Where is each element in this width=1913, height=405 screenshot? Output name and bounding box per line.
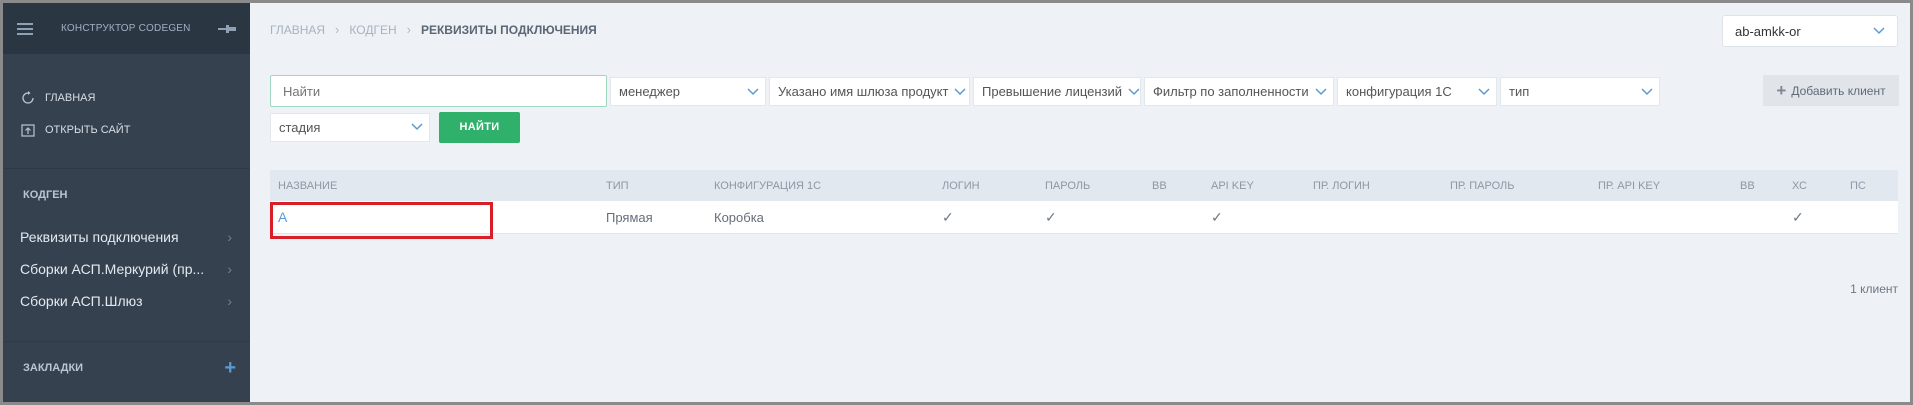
select-label: менеджер bbox=[619, 84, 681, 99]
refresh-icon bbox=[22, 91, 34, 104]
gateway-name-select[interactable]: Указано имя шлюза продукт bbox=[769, 77, 970, 106]
cell-config: Коробка bbox=[714, 209, 764, 225]
chevron-down-icon bbox=[954, 87, 966, 95]
config-select[interactable]: конфигурация 1С bbox=[1337, 77, 1497, 106]
table-header: НАЗВАНИЕ ТИП КОНФИГУРАЦИЯ 1С ЛОГИН ПАРОЛ… bbox=[270, 170, 1898, 201]
table-row[interactable]: А Прямая Коробка ✓ ✓ ✓ ✓ bbox=[270, 201, 1898, 234]
add-client-label: Добавить клиент bbox=[1791, 83, 1886, 98]
breadcrumb-current: РЕКВИЗИТЫ ПОДКЛЮЧЕНИЯ bbox=[420, 22, 597, 37]
topbar: ГЛАВНАЯ › КОДГЕН › РЕКВИЗИТЫ ПОДКЛЮЧЕНИЯ… bbox=[250, 3, 1910, 54]
column-header[interactable]: ПАРОЛЬ bbox=[1045, 170, 1090, 201]
select-label: тип bbox=[1509, 84, 1530, 99]
sidebar-link-home[interactable]: ГЛАВНАЯ bbox=[3, 82, 250, 114]
sidebar-section-title: КОДГЕН bbox=[23, 189, 68, 201]
column-header[interactable]: ВВ bbox=[1152, 170, 1167, 201]
plus-icon: + bbox=[1776, 80, 1787, 100]
column-header[interactable]: ТИП bbox=[606, 170, 629, 201]
menu-icon[interactable] bbox=[17, 22, 33, 35]
sidebar-link-label: ГЛАВНАЯ bbox=[45, 92, 96, 104]
chevron-down-icon bbox=[411, 123, 423, 131]
chevron-right-icon: › bbox=[335, 22, 340, 37]
chevron-down-icon bbox=[1873, 27, 1885, 35]
bookmarks-title: ЗАКЛАДКИ bbox=[23, 362, 84, 374]
select-label: Фильтр по заполненности bbox=[1153, 84, 1309, 99]
chevron-down-icon bbox=[1128, 87, 1140, 95]
sidebar-item-label: Сборки АСП.Шлюз bbox=[20, 293, 143, 309]
sidebar-link-open-site[interactable]: ОТКРЫТЬ САЙТ bbox=[3, 114, 250, 146]
column-header[interactable]: ПР. ЛОГИН bbox=[1313, 170, 1370, 201]
check-icon: ✓ bbox=[1792, 208, 1804, 225]
filters: менеджер Указано имя шлюза продукт Превы… bbox=[270, 75, 1910, 143]
column-header[interactable]: ПС bbox=[1850, 170, 1866, 201]
sidebar-item-label: Реквизиты подключения bbox=[20, 229, 179, 245]
select-label: Превышение лицензий bbox=[982, 84, 1123, 99]
chevron-right-icon: › bbox=[406, 22, 411, 37]
sidebar-header: КОНСТРУКТОР CODEGEN bbox=[3, 3, 250, 54]
chevron-down-icon bbox=[1315, 87, 1327, 95]
sidebar-menu: ГЛАВНАЯ ОТКРЫТЬ САЙТ bbox=[3, 54, 250, 146]
manager-select[interactable]: менеджер bbox=[610, 77, 766, 106]
check-icon: ✓ bbox=[1045, 208, 1057, 225]
chevron-right-icon: › bbox=[227, 261, 232, 277]
license-excess-select[interactable]: Превышение лицензий bbox=[973, 77, 1141, 106]
sidebar-item-gateway-builds[interactable]: Сборки АСП.Шлюз › bbox=[3, 285, 250, 317]
brand-title: КОНСТРУКТОР CODEGEN bbox=[61, 23, 191, 34]
fill-filter-select[interactable]: Фильтр по заполненности bbox=[1144, 77, 1334, 106]
add-client-button[interactable]: + Добавить клиент bbox=[1763, 75, 1899, 106]
sidebar-link-label: ОТКРЫТЬ САЙТ bbox=[45, 124, 131, 136]
column-header[interactable]: ПР. ПАРОЛЬ bbox=[1450, 170, 1515, 201]
client-count: 1 клиент bbox=[1850, 282, 1898, 296]
org-select-value: ab-amkk-or bbox=[1735, 23, 1801, 39]
main-content: ГЛАВНАЯ › КОДГЕН › РЕКВИЗИТЫ ПОДКЛЮЧЕНИЯ… bbox=[250, 3, 1910, 402]
sidebar-item-mercury-builds[interactable]: Сборки АСП.Меркурий (пр... › bbox=[3, 253, 250, 285]
check-icon: ✓ bbox=[942, 208, 954, 225]
bookmarks-section: ЗАКЛАДКИ + bbox=[3, 342, 250, 394]
add-bookmark-icon[interactable]: + bbox=[224, 357, 236, 380]
org-select[interactable]: ab-amkk-or bbox=[1722, 15, 1898, 47]
chevron-down-icon bbox=[747, 87, 759, 95]
column-header[interactable]: КОНФИГУРАЦИЯ 1С bbox=[714, 170, 821, 201]
select-label: конфигурация 1С bbox=[1346, 84, 1452, 99]
column-header[interactable]: API KEY bbox=[1211, 170, 1254, 201]
upload-icon bbox=[21, 124, 35, 137]
column-header[interactable]: ВВ bbox=[1740, 170, 1755, 201]
highlight-box bbox=[270, 202, 493, 239]
filter-row: стадия НАЙТИ bbox=[270, 111, 1910, 143]
column-header[interactable]: ХС bbox=[1792, 170, 1807, 201]
column-header[interactable]: ЛОГИН bbox=[942, 170, 980, 201]
chevron-down-icon bbox=[1478, 87, 1490, 95]
breadcrumb-home[interactable]: ГЛАВНАЯ bbox=[270, 23, 325, 37]
filter-row: менеджер Указано имя шлюза продукт Превы… bbox=[270, 75, 1910, 107]
stage-select[interactable]: стадия bbox=[270, 112, 430, 142]
type-select[interactable]: тип bbox=[1500, 77, 1660, 106]
clients-table: НАЗВАНИЕ ТИП КОНФИГУРАЦИЯ 1С ЛОГИН ПАРОЛ… bbox=[270, 170, 1898, 234]
select-label: стадия bbox=[279, 119, 321, 135]
pin-icon[interactable] bbox=[218, 23, 236, 35]
breadcrumb: ГЛАВНАЯ › КОДГЕН › РЕКВИЗИТЫ ПОДКЛЮЧЕНИЯ bbox=[270, 22, 597, 37]
breadcrumb-codegen[interactable]: КОДГЕН bbox=[349, 23, 396, 37]
column-header[interactable]: НАЗВАНИЕ bbox=[278, 170, 337, 201]
sidebar-item-label: Сборки АСП.Меркурий (пр... bbox=[20, 261, 205, 277]
find-button[interactable]: НАЙТИ bbox=[439, 111, 520, 143]
cell-type: Прямая bbox=[606, 209, 653, 225]
chevron-right-icon: › bbox=[227, 229, 232, 245]
chevron-down-icon bbox=[1641, 87, 1653, 95]
chevron-right-icon: › bbox=[227, 293, 232, 309]
check-icon: ✓ bbox=[1211, 208, 1223, 225]
search-input[interactable] bbox=[270, 75, 607, 107]
column-header[interactable]: ПР. API KEY bbox=[1598, 170, 1660, 201]
sidebar-item-connection-details[interactable]: Реквизиты подключения › bbox=[3, 221, 250, 253]
select-label: Указано имя шлюза продукт bbox=[778, 84, 949, 99]
sidebar: КОНСТРУКТОР CODEGEN ГЛАВНАЯ ОТКРЫТЬ САЙТ… bbox=[3, 3, 250, 402]
